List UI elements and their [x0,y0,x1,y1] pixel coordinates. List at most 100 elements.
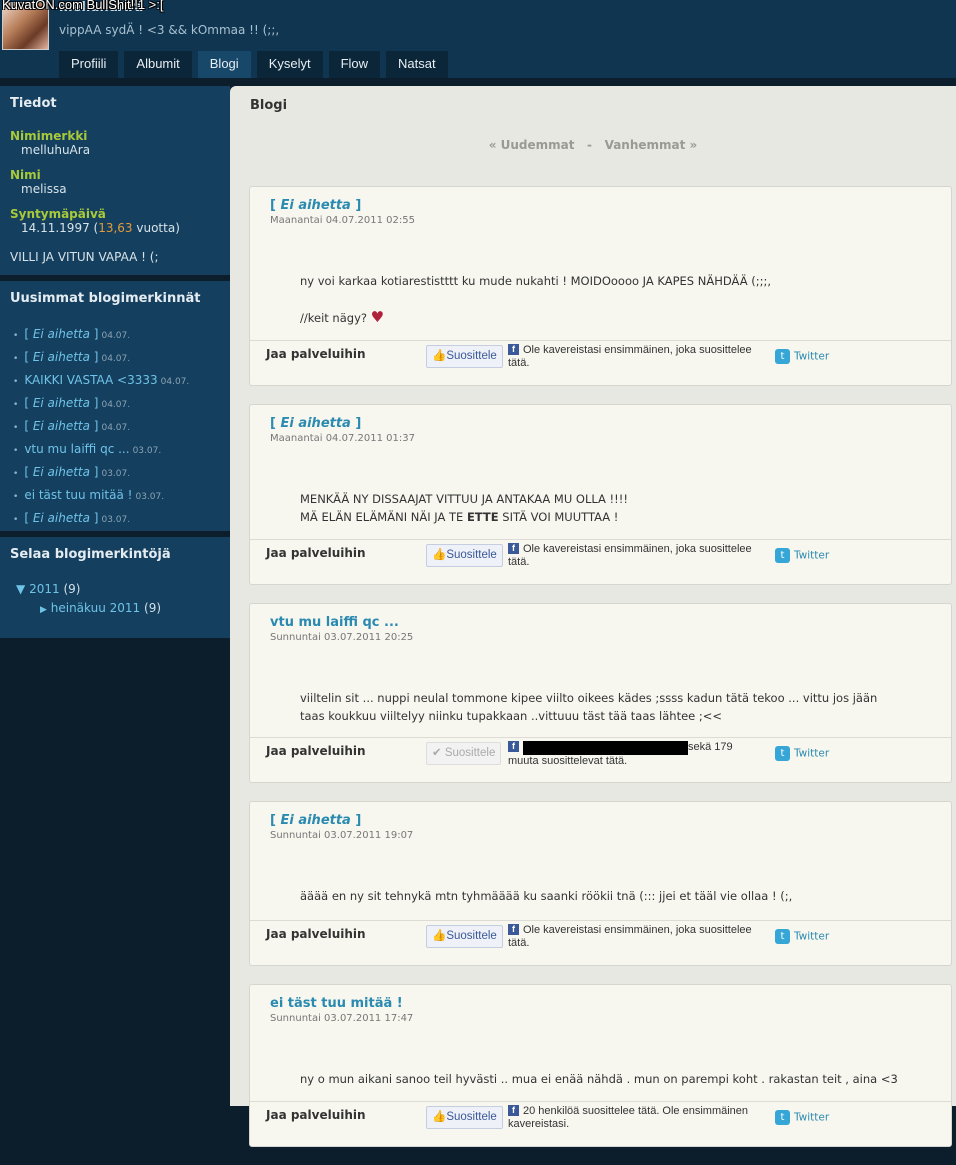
bracket: ] [350,416,362,431]
recent-post-date: 04.07. [101,423,131,433]
collapsed-triangle-icon: ▶ [40,605,47,615]
tab-albumit[interactable]: Albumit [124,51,192,78]
bracket: ] [89,465,99,479]
post-title-text[interactable]: ei täst tuu mitää ! [270,996,403,1011]
twitter-link[interactable]: t Twitter [775,929,829,944]
post-text: SITÄ VOI MUUTTAA ! [498,510,619,524]
recent-post-item[interactable]: [ Ei aihetta ]04.07. [10,324,220,347]
post-title-text[interactable]: Ei aihetta [280,813,350,828]
share-row: Jaa palveluihin 👍Suosittele f Ole kavereist… [250,539,951,584]
post-title[interactable]: [ Ei aihetta ] [270,416,931,431]
share-label: Jaa palveluihin [266,347,366,361]
facebook-icon: f [508,1105,519,1116]
recent-post-date: 04.07. [101,400,131,410]
recent-post-item[interactable]: [ Ei aihetta ]04.07. [10,416,220,439]
bracket: [ [24,419,33,433]
recent-post-title: KAIKKI VASTAA <3333 [24,373,158,387]
bracket: [ [24,327,33,341]
post-header: [ Ei aihetta ] Sunnuntai 03.07.2011 19:07 [250,802,951,841]
motto: VILLI JA VITUN VAPAA ! (; [10,250,159,264]
recent-post-date: 04.07. [101,331,131,341]
post-title[interactable]: [ Ei aihetta ] [270,813,931,828]
tab-profiili[interactable]: Profiili [59,51,119,78]
recommend-button[interactable]: 👍Suosittele [426,925,503,948]
blog-post: ei täst tuu mitää ! Sunnuntai 03.07.2011 … [249,984,952,1147]
twitter-link[interactable]: t Twitter [775,548,829,563]
post-body: MENKÄÄ NY DISSAAJAT VITTUU JA ANTAKAA MU… [250,444,951,539]
share-label: Jaa palveluihin [266,927,366,941]
tab-flow[interactable]: Flow [328,51,381,78]
bracket: [ [24,511,33,525]
recent-post-item[interactable]: [ Ei aihetta ]04.07. [10,393,220,416]
thumbs-up-icon: 👍 [432,350,447,362]
thumbs-up-icon: 👍 [432,1111,447,1123]
share-row: Jaa palveluihin 👍Suosittele f Ole kavereist… [250,340,951,385]
recent-post-title: Ei aihetta [32,419,90,433]
recommend-count: 20 henkilöä suosittelee tätä. Ole ensimm… [508,1105,749,1130]
recommend-text: f 20 henkilöä suosittelee tätä. Ole ensim… [508,1105,758,1131]
recent-post-item[interactable]: KAIKKI VASTAA <333304.07. [10,370,220,393]
post-header: ei täst tuu mitää ! Sunnuntai 03.07.2011 … [250,985,951,1024]
pager-separator: - [587,138,593,152]
redacted-names [523,741,688,755]
bracket: [ [24,350,33,364]
twitter-icon: t [775,746,790,761]
older-link[interactable]: Vanhemmat » [605,138,698,152]
bracket: ] [89,327,99,341]
recommend-button[interactable]: 👍Suosittele [426,345,503,368]
bracket: ] [89,511,99,525]
month-july-2011[interactable]: ▶ heinäkuu 2011 (9) [10,599,220,620]
post-title-text[interactable]: vtu mu laiffi qc ... [270,615,399,630]
profile-header: KuvatON.com BullShit!!1 >:[ melluhuAra v… [0,0,956,78]
post-line: ny voi karkaa kotiarestistttt ku mude nu… [300,274,772,288]
recent-post-item[interactable]: [ Ei aihetta ]04.07. [10,347,220,370]
recent-post-item[interactable]: vtu mu laiffi qc ...03.07. [10,439,220,462]
recent-post-item[interactable]: [ Ei aihetta ]03.07. [10,462,220,485]
twitter-link[interactable]: t Twitter [775,349,829,364]
tab-natsat[interactable]: Natsat [386,51,448,78]
recommend-button[interactable]: 👍Suosittele [426,1106,503,1129]
post-title[interactable]: vtu mu laiffi qc ... [270,615,931,630]
check-icon: ✔ [432,747,445,759]
recent-posts-box: Uusimmat blogimerkinnät [ Ei aihetta ]04… [0,281,230,531]
post-title-text[interactable]: Ei aihetta [280,416,350,431]
sidebar: Tiedot Nimimerkki melluhuAra Nimi meliss… [0,86,230,644]
recent-post-title: ei täst tuu mitää ! [24,488,133,502]
post-body: ny voi karkaa kotiarestistttt ku mude nu… [250,226,951,340]
recommend-button[interactable]: 👍Suosittele [426,544,503,567]
tab-kyselyt[interactable]: Kyselyt [256,51,323,78]
twitter-link[interactable]: t Twitter [775,1110,829,1125]
recommend-count: Ole kavereistasi ensimmäinen, joka suosi… [508,924,752,949]
age: 13,63 [98,221,133,235]
post-line: viiltelin sit ... nuppi neulal tommone k… [300,691,878,705]
facebook-icon: f [508,344,519,355]
recent-list: [ Ei aihetta ]04.07.[ Ei aihetta ]04.07.… [10,324,220,531]
tab-blogi[interactable]: Blogi [197,51,251,78]
post-line: //keit nägy? [300,311,367,325]
post-title[interactable]: [ Ei aihetta ] [270,198,931,213]
post-title[interactable]: ei täst tuu mitää ! [270,996,931,1011]
info-box: Tiedot Nimimerkki melluhuAra Nimi meliss… [0,86,230,275]
bracket: [ [270,813,281,828]
share-row: Jaa palveluihin ✔ Suosittele f sekä 179 muu… [250,737,951,782]
recommend-label: Suosittele [446,1111,497,1123]
birthday-value: 14.11.1997 (13,63 vuotta) [10,221,220,236]
recent-post-item[interactable]: ei täst tuu mitää !03.07. [10,485,220,508]
recommend-text: f sekä 179 muuta suosittelevat tätä. [508,741,758,768]
birthday-label: Syntymäpäivä [10,207,106,221]
post-title-text[interactable]: Ei aihetta [280,198,350,213]
newer-link[interactable]: « Uudemmat [489,138,575,152]
share-row: Jaa palveluihin 👍Suosittele f Ole kavereist… [250,920,951,965]
bracket: ] [89,350,99,364]
post-body: ny o mun aikani sanoo teil hyvästi .. mu… [250,1024,951,1101]
facebook-icon: f [508,924,519,935]
year-2011[interactable]: ▼ 2011 (9) [10,580,220,599]
twitter-icon: t [775,929,790,944]
recent-post-item[interactable]: [ Ei aihetta ]03.07. [10,508,220,531]
recommend-button[interactable]: ✔ Suosittele [426,742,502,765]
bracket: ] [89,419,99,433]
month-count: (9) [144,601,162,615]
post-header: [ Ei aihetta ] Maanantai 04.07.2011 02:55 [250,187,951,226]
twitter-link[interactable]: t Twitter [775,746,829,761]
blog-main: Blogi « Uudemmat - Vanhemmat » [ Ei aihe… [230,86,956,1147]
